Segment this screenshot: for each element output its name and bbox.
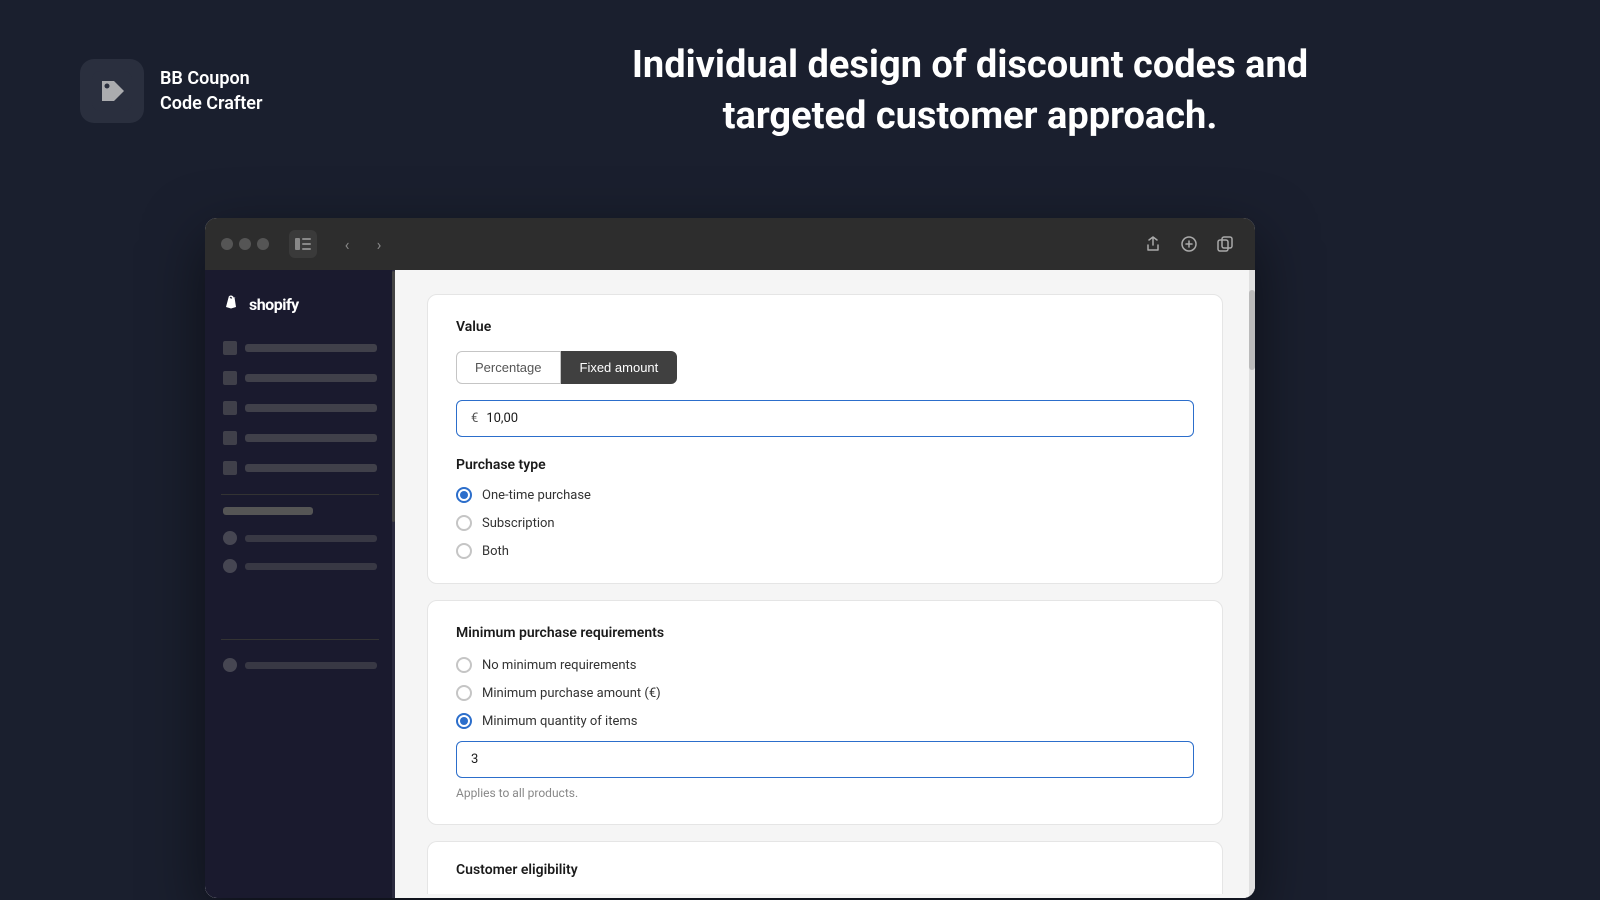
both-label: Both xyxy=(482,544,509,559)
applies-to-text: Applies to all products. xyxy=(456,786,1194,800)
shopify-logo: shopify xyxy=(205,286,395,334)
sidebar-bottom-item[interactable] xyxy=(213,652,387,678)
sidebar-item-5[interactable] xyxy=(213,454,387,482)
quantity-input-field[interactable]: 3 xyxy=(456,741,1194,778)
min-purchase-amount-option[interactable]: Minimum purchase amount (€) xyxy=(456,685,1194,701)
quantity-value: 3 xyxy=(471,752,478,767)
subscription-label: Subscription xyxy=(482,516,555,531)
copy-icon[interactable] xyxy=(1211,230,1239,258)
subscription-option[interactable]: Subscription xyxy=(456,515,1194,531)
sidebar-item-3[interactable] xyxy=(213,394,387,422)
browser-window: ‹ › xyxy=(205,218,1255,898)
shopify-sidebar: shopify xyxy=(205,270,395,898)
percentage-toggle-button[interactable]: Percentage xyxy=(456,351,561,384)
main-content: Value Percentage Fixed amount € 10,00 Pu… xyxy=(395,270,1255,898)
min-purchase-card: Minimum purchase requirements No minimum… xyxy=(427,600,1223,825)
min-purchase-amount-radio[interactable] xyxy=(456,685,472,701)
sidebar-divider xyxy=(221,494,379,495)
value-card: Value Percentage Fixed amount € 10,00 Pu… xyxy=(427,294,1223,584)
both-radio[interactable] xyxy=(456,543,472,559)
purchase-type-section: Purchase type One-time purchase Subscrip… xyxy=(456,457,1194,559)
forward-button[interactable]: › xyxy=(365,230,393,258)
sidebar-nav xyxy=(205,334,395,678)
logo-area: BB Coupon Code Crafter xyxy=(80,59,360,123)
sidebar-toggle-button[interactable] xyxy=(289,230,317,258)
sidebar-sub-item-2[interactable] xyxy=(213,553,387,579)
customer-eligibility-title: Customer eligibility xyxy=(456,862,1194,878)
no-minimum-option[interactable]: No minimum requirements xyxy=(456,657,1194,673)
no-minimum-label: No minimum requirements xyxy=(482,658,637,673)
scroll-thumb[interactable] xyxy=(1249,290,1255,370)
traffic-light-close[interactable] xyxy=(221,238,233,250)
min-purchase-options: No minimum requirements Minimum purchase… xyxy=(456,657,1194,729)
value-card-title: Value xyxy=(456,319,1194,335)
app-logo-icon xyxy=(80,59,144,123)
both-option[interactable]: Both xyxy=(456,543,1194,559)
browser-nav: ‹ › xyxy=(333,230,393,258)
fixed-amount-toggle-button[interactable]: Fixed amount xyxy=(561,351,678,384)
min-quantity-option[interactable]: Minimum quantity of items xyxy=(456,713,1194,729)
sidebar-item-4[interactable] xyxy=(213,424,387,452)
purchase-type-options: One-time purchase Subscription Both xyxy=(456,487,1194,559)
shopify-wordmark: shopify xyxy=(249,295,299,314)
amount-value: 10,00 xyxy=(486,411,518,426)
sidebar-item-2[interactable] xyxy=(213,364,387,392)
min-quantity-radio[interactable] xyxy=(456,713,472,729)
amount-input-field[interactable]: € 10,00 xyxy=(456,400,1194,437)
sidebar-divider-2 xyxy=(221,639,379,640)
min-purchase-title: Minimum purchase requirements xyxy=(456,625,1194,641)
min-quantity-label: Minimum quantity of items xyxy=(482,714,637,729)
sidebar-section-label xyxy=(223,507,313,515)
add-tab-icon[interactable] xyxy=(1175,230,1203,258)
no-minimum-radio[interactable] xyxy=(456,657,472,673)
sidebar-sub-item-1[interactable] xyxy=(213,525,387,551)
min-purchase-amount-label: Minimum purchase amount (€) xyxy=(482,686,661,701)
sidebar-item-1[interactable] xyxy=(213,334,387,362)
scroll-track xyxy=(1249,270,1255,898)
purchase-type-title: Purchase type xyxy=(456,457,1194,473)
traffic-light-minimize[interactable] xyxy=(239,238,251,250)
traffic-light-maximize[interactable] xyxy=(257,238,269,250)
main-headline: Individual design of discount codes and … xyxy=(420,40,1520,143)
browser-dots xyxy=(221,238,269,250)
currency-prefix: € xyxy=(471,411,478,426)
one-time-label: One-time purchase xyxy=(482,488,591,503)
subscription-radio[interactable] xyxy=(456,515,472,531)
share-icon[interactable] xyxy=(1139,230,1167,258)
browser-controls xyxy=(289,230,317,258)
back-button[interactable]: ‹ xyxy=(333,230,361,258)
value-type-toggle: Percentage Fixed amount xyxy=(456,351,1194,384)
customer-eligibility-card: Customer eligibility xyxy=(427,841,1223,894)
browser-toolbar-right xyxy=(1139,230,1239,258)
app-name: BB Coupon Code Crafter xyxy=(160,66,262,116)
header: BB Coupon Code Crafter Individual design… xyxy=(0,0,1600,183)
browser-body: shopify xyxy=(205,270,1255,898)
one-time-radio[interactable] xyxy=(456,487,472,503)
one-time-purchase-option[interactable]: One-time purchase xyxy=(456,487,1194,503)
browser-chrome: ‹ › xyxy=(205,218,1255,270)
